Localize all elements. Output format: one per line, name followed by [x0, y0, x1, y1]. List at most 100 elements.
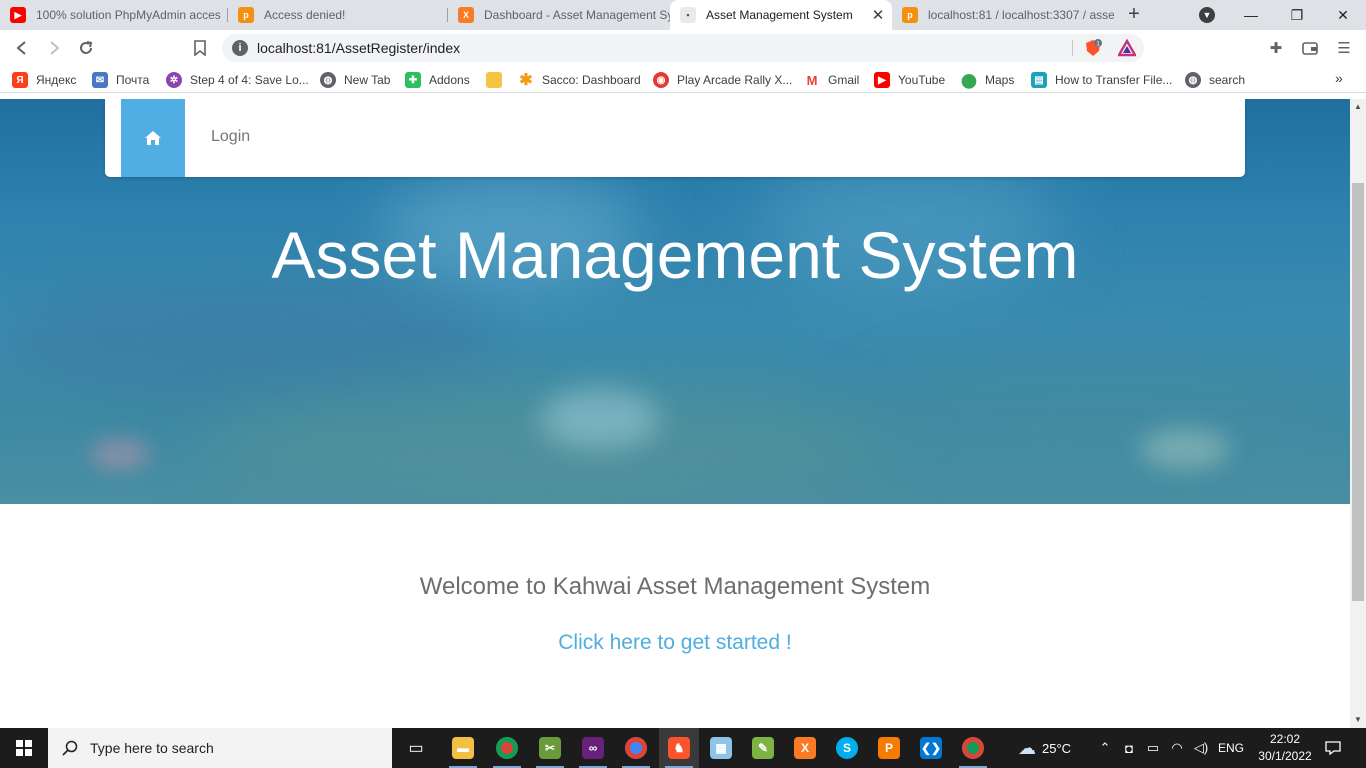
network-button[interactable]: ◠: [1166, 728, 1188, 768]
bookmarks-bar: Я Яндекс ✉ Почта ✲ Step 4 of 4: Save Lo... …: [0, 66, 1366, 93]
bookmark-transfer-file[interactable]: ▤ How to Transfer File...: [1031, 70, 1172, 90]
hero-title: Asset Management System: [271, 218, 1079, 292]
close-tab-icon[interactable]: ✕: [868, 6, 888, 24]
xampp-icon: X: [794, 737, 816, 759]
bookmark-gmail[interactable]: M Gmail: [804, 70, 859, 90]
taskbar-app-brave[interactable]: ♞: [659, 728, 699, 768]
back-button[interactable]: [8, 34, 36, 62]
taskbar-app-tool[interactable]: ✂: [530, 728, 570, 768]
close-icon: ✕: [1337, 6, 1349, 23]
phpmyadmin-icon: p: [902, 7, 918, 23]
taskbar-app-chrome-profile[interactable]: [616, 728, 656, 768]
brave-shields-icon[interactable]: 1: [1084, 39, 1102, 57]
scroll-thumb[interactable]: [1352, 183, 1364, 601]
clock[interactable]: 22:02 30/1/2022: [1254, 731, 1316, 765]
page-scrollbar[interactable]: ▲ ▼: [1350, 99, 1366, 728]
reload-icon: [80, 41, 93, 54]
phpmyadmin-icon: p: [238, 7, 254, 23]
weather-temperature: 25°C: [1042, 740, 1072, 756]
bookmark-sacco[interactable]: ✱ Sacco: Dashboard: [518, 70, 641, 90]
taskbar-app-chrome[interactable]: [487, 728, 527, 768]
bookmark-folder[interactable]: [486, 70, 510, 90]
scroll-down-arrow[interactable]: ▼: [1350, 712, 1366, 728]
gmail-icon: M: [804, 72, 820, 88]
get-started-link[interactable]: Click here to get started !: [0, 631, 1350, 655]
new-tab-button[interactable]: +: [1122, 3, 1146, 27]
battery-icon: ▭: [1146, 740, 1160, 755]
taskbar-app-skype[interactable]: S: [827, 728, 867, 768]
windows-taskbar: Type here to search ▭ ▬ ✂ ∞ ♞ ▦ ✎ X S P …: [0, 728, 1366, 768]
info-icon[interactable]: i: [232, 40, 248, 56]
bookmark-search[interactable]: ◍ search: [1185, 70, 1245, 90]
site-navbar: Login: [105, 99, 1245, 177]
task-view-icon: ▭: [408, 740, 424, 757]
bookmark-label: Step 4 of 4: Save Lo...: [190, 73, 309, 87]
show-hidden-icons-button[interactable]: ⌃: [1094, 728, 1116, 768]
omnibox-divider: [1072, 40, 1073, 56]
address-bar[interactable]: i localhost:81/AssetRegister/index 1: [222, 34, 1144, 62]
tray-app-button[interactable]: ◘: [1118, 728, 1140, 768]
bookmark-new-tab[interactable]: ◍ New Tab: [320, 70, 390, 90]
file-explorer-icon: ▬: [452, 737, 474, 759]
taskbar-app-chrome-alt[interactable]: [953, 728, 993, 768]
rain-cloud-icon: ☁: [1018, 737, 1036, 758]
page-viewport: Login Asset Management System Welcome to…: [0, 99, 1350, 728]
login-link[interactable]: Login: [211, 128, 250, 146]
yandex-icon: Я: [12, 72, 28, 88]
task-view-button[interactable]: ▭: [396, 728, 436, 768]
taskbar-app-xampp[interactable]: X: [785, 728, 825, 768]
bookmark-button[interactable]: [186, 34, 214, 62]
weather-widget[interactable]: ☁ 25°C: [1018, 728, 1071, 768]
close-window-button[interactable]: ✕: [1320, 0, 1366, 30]
chrome-icon: [496, 737, 518, 759]
start-button[interactable]: [0, 728, 48, 768]
bookmark-addons[interactable]: ✚ Addons: [405, 70, 470, 90]
tab-access-denied[interactable]: p Access denied!: [228, 0, 448, 30]
puzzle-icon: ✚: [1269, 40, 1283, 57]
taskbar-app-file-explorer[interactable]: ▬: [443, 728, 483, 768]
bookmark-pochta[interactable]: ✉ Почта: [92, 70, 149, 90]
url-text: localhost:81/AssetRegister/index: [257, 40, 461, 56]
menu-button[interactable]: ☰: [1330, 34, 1358, 62]
language-button[interactable]: ENG: [1214, 728, 1248, 768]
bokeh-light: [0, 279, 500, 399]
brave-rewards-icon[interactable]: [1118, 39, 1136, 57]
extensions-button[interactable]: ✚: [1262, 34, 1290, 62]
taskbar-app-vscode[interactable]: ❮❯: [911, 728, 951, 768]
forward-button[interactable]: [40, 34, 68, 62]
bookmarks-overflow-button[interactable]: »: [1335, 70, 1343, 86]
search-placeholder: Type here to search: [90, 740, 214, 756]
bookmark-label: Яндекс: [36, 73, 77, 87]
notepad-icon: ▦: [710, 737, 732, 759]
reload-button[interactable]: [72, 34, 100, 62]
chrome-alt-icon: [962, 737, 984, 759]
bookmark-maps[interactable]: ⬤ Maps: [961, 70, 1014, 90]
gamepad-icon: ◉: [653, 72, 669, 88]
home-button[interactable]: [121, 99, 185, 177]
notifications-button[interactable]: [1318, 728, 1348, 768]
clock-time: 22:02: [1269, 732, 1301, 746]
scroll-up-arrow[interactable]: ▲: [1350, 99, 1366, 115]
tab-youtube-solution[interactable]: ▶ 100% solution PhpMyAdmin acces: [0, 0, 228, 30]
tab-dashboard[interactable]: X Dashboard - Asset Management Sy: [448, 0, 670, 30]
minimize-button[interactable]: —: [1228, 0, 1274, 30]
taskbar-app-notepad[interactable]: ▦: [701, 728, 741, 768]
notification-icon: [1325, 741, 1341, 755]
taskbar-app-editor[interactable]: ✎: [743, 728, 783, 768]
taskbar-search-box[interactable]: Type here to search: [48, 728, 392, 768]
volume-button[interactable]: ◁): [1190, 728, 1212, 768]
bookmark-youtube[interactable]: ▶ YouTube: [874, 70, 945, 90]
bookmark-step-4[interactable]: ✲ Step 4 of 4: Save Lo...: [166, 70, 309, 90]
youtube-icon: ▶: [874, 72, 890, 88]
taskbar-app-pdf[interactable]: P: [869, 728, 909, 768]
bookmark-arcade[interactable]: ◉ Play Arcade Rally X...: [653, 70, 792, 90]
taskbar-app-visual-studio[interactable]: ∞: [573, 728, 613, 768]
tab-asset-management[interactable]: ▪ Asset Management System ✕: [670, 0, 892, 30]
wallet-button[interactable]: [1296, 34, 1324, 62]
battery-button[interactable]: ▭: [1142, 728, 1164, 768]
tab-localhost-db[interactable]: p localhost:81 / localhost:3307 / asse: [892, 0, 1114, 30]
restore-button[interactable]: ❐: [1274, 0, 1320, 30]
tab-search-button[interactable]: ▼: [1184, 0, 1230, 30]
bookmark-yandex[interactable]: Я Яндекс: [12, 70, 76, 90]
restore-icon: ❐: [1290, 6, 1304, 23]
